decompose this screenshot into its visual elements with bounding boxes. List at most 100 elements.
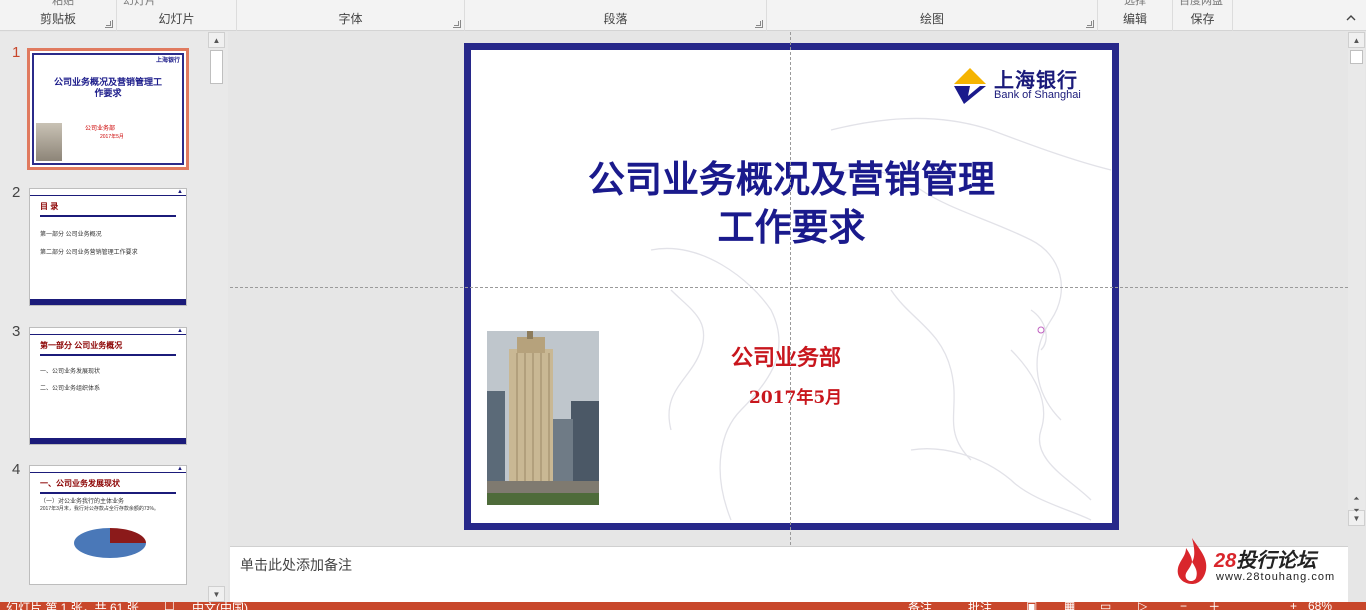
thumbnail-rule	[40, 492, 176, 494]
scrollbar-thumb[interactable]	[210, 50, 223, 84]
building-photo[interactable]	[487, 331, 599, 505]
new-slide-button-cut[interactable]: 幻灯片	[123, 0, 156, 8]
ribbon: 粘贴 剪贴板 幻灯片 幻灯片 字体 段落 绘图 选择 编辑 百度网盘 保存	[0, 0, 1366, 31]
scrollbar-thumb[interactable]	[1350, 50, 1363, 64]
thumbnail-item: 二、公司业务组织体系	[40, 386, 101, 392]
spellcheck-icon[interactable]: ☐	[164, 602, 175, 610]
zoom-in-icon[interactable]: +	[1290, 602, 1297, 610]
notes-placeholder[interactable]: 单击此处添加备注	[240, 555, 352, 575]
slide-thumbnail-2[interactable]: ▲ 目 录 第一部分 公司业务概况 第二部分 公司业务营销管理工作要求	[29, 188, 187, 306]
watermark-url: www.28touhang.com	[1216, 571, 1336, 583]
paragraph-group: 段落	[465, 0, 767, 31]
thumbnail-photo	[36, 123, 62, 161]
thumbnail-item: 一、公司业务发展现状	[40, 369, 101, 375]
slide-thumbnail-1[interactable]: 上海银行 公司业务概况及营销管理工作要求 公司业务部 2017年5月	[27, 48, 189, 170]
thumbnail-mini-logo: ▲	[177, 466, 183, 472]
thumbnail-footer-bar	[30, 299, 186, 305]
thumbnail-title: 公司业务概况及营销管理工作要求	[54, 77, 163, 98]
scroll-up-arrow-icon[interactable]: ▲	[208, 32, 225, 48]
save-group: 百度网盘 保存	[1173, 0, 1233, 31]
slide-scrollbar[interactable]: ▲ ▼	[1348, 32, 1365, 526]
paste-button-cut[interactable]: 粘贴	[52, 0, 74, 8]
previous-slide-icon[interactable]: ⏶	[1348, 493, 1365, 505]
slide-count: 幻灯片 第 1 张，共 61 张	[6, 602, 139, 610]
logo-english-name: Bank of Shanghai	[994, 89, 1081, 101]
scroll-down-arrow-icon[interactable]: ▼	[208, 586, 225, 602]
slide-thumbnail-pane: 1 上海银行 公司业务概况及营销管理工作要求 公司业务部 2017年5月 2 ▲…	[0, 32, 228, 602]
thumbnail-heading: 一、公司业务发展现状	[40, 479, 120, 488]
editing-group-label: 编辑	[1122, 12, 1147, 26]
thumbnail-dept: 公司业务部	[85, 126, 116, 132]
notes-toggle[interactable]: 备注	[908, 602, 932, 610]
thumbnail-date: 2017年5月	[100, 134, 124, 140]
drawing-group-label: 绘图	[919, 12, 944, 26]
slide-title-line-2: 工作要求	[717, 206, 866, 249]
thumbnail-header-bar: ▲	[30, 328, 186, 335]
thumbnail-rule	[40, 354, 176, 356]
paragraph-dialog-launcher-icon[interactable]	[755, 20, 763, 28]
thumbnail-footer-bar	[30, 438, 186, 444]
thumbnail-item: 2017年3月末，我行对公存款占全行存款余额的73%。	[40, 506, 159, 512]
thumbnail-item: （一）对公业务我行的主体业务	[40, 499, 125, 505]
thumbnail-number: 2	[12, 184, 21, 201]
slide-date[interactable]: 2017年5月	[749, 383, 842, 408]
thumbnail-heading: 目 录	[40, 202, 59, 211]
slideshow-icon[interactable]: ▷	[1138, 602, 1147, 610]
thumbnail-number: 3	[12, 323, 21, 340]
thumbnail-item: 第一部分 公司业务概况	[40, 232, 102, 238]
thumbnail-logo: 上海银行	[155, 58, 180, 64]
reading-view-icon[interactable]: ▭	[1100, 602, 1111, 610]
next-slide-icon[interactable]: ⏷	[1348, 505, 1365, 517]
thumbnail-number: 1	[12, 44, 21, 61]
normal-view-icon[interactable]: ▣	[1026, 602, 1037, 610]
slide-title[interactable]: 公司业务概况及营销管理 工作要求	[471, 156, 1112, 252]
drawing-group: 绘图	[767, 0, 1098, 31]
slide-thumbnail-3[interactable]: ▲ 第一部分 公司业务概况 一、公司业务发展现状 二、公司业务组织体系	[29, 327, 187, 445]
select-button-cut[interactable]: 选择	[1124, 0, 1146, 8]
bank-logo: 上海银行 Bank of Shanghai	[950, 62, 1090, 106]
editing-group: 选择 编辑	[1098, 0, 1173, 31]
drawing-dialog-launcher-icon[interactable]	[1086, 20, 1094, 28]
status-bar: 幻灯片 第 1 张，共 61 张 ☐ 中文(中国) 备注 批注 ▣ ▦ ▭ ▷ …	[0, 602, 1366, 610]
paragraph-group-label: 段落	[603, 12, 628, 26]
font-group-label: 字体	[338, 12, 363, 26]
watermark-title: 28投行论坛	[1214, 544, 1316, 573]
watermark-name: 投行论坛	[1236, 550, 1317, 572]
slide-department[interactable]: 公司业务部	[731, 340, 841, 372]
thumbnail-rule	[40, 215, 176, 217]
clipboard-group: 粘贴 剪贴板	[0, 0, 117, 31]
collapse-ribbon-icon[interactable]	[1346, 14, 1356, 24]
thumbnail-mini-logo: ▲	[177, 328, 183, 334]
thumbnail-header-bar: ▲	[30, 189, 186, 196]
comments-toggle[interactable]: 批注	[968, 602, 992, 610]
slides-group-label: 幻灯片	[158, 12, 195, 26]
watermark-number: 28	[1214, 550, 1237, 572]
bank-of-shanghai-logo-icon	[954, 68, 986, 104]
thumbnail-mini-logo: ▲	[177, 189, 183, 195]
thumbnail-item: 第二部分 公司业务营销管理工作要求	[40, 250, 138, 256]
slide-sorter-view-icon[interactable]: ▦	[1064, 602, 1075, 610]
font-dialog-launcher-icon[interactable]	[453, 20, 461, 28]
zoom-out-icon[interactable]: −	[1180, 602, 1187, 610]
zoom-level[interactable]: 68%	[1308, 602, 1332, 610]
thumbnail-number: 4	[12, 461, 21, 478]
clipboard-group-label: 剪贴板	[39, 12, 76, 26]
site-watermark: 28投行论坛 www.28touhang.com	[1172, 536, 1362, 588]
slide-thumbnail-4[interactable]: ▲ 一、公司业务发展现状 （一）对公业务我行的主体业务 2017年3月末，我行对…	[29, 465, 187, 585]
slides-group: 幻灯片 幻灯片	[117, 0, 237, 31]
horizontal-guide[interactable]	[230, 287, 1348, 288]
language-indicator[interactable]: 中文(中国)	[192, 602, 248, 610]
slide-edit-area: 上海银行 Bank of Shanghai 公司业务概况及营销管理 工作要求 公…	[230, 32, 1348, 545]
zoom-slider[interactable]: ┼	[1210, 602, 1219, 610]
thumbnail-pie-chart	[74, 528, 146, 564]
slide-title-line-1: 公司业务概况及营销管理	[588, 158, 995, 201]
prev-next-slide-buttons[interactable]: ⏶ ⏷	[1348, 493, 1365, 523]
thumbnail-heading: 第一部分 公司业务概况	[40, 341, 123, 350]
baidu-netdisk-button-cut[interactable]: 百度网盘	[1179, 0, 1223, 8]
scroll-up-arrow-icon[interactable]: ▲	[1348, 32, 1365, 48]
vertical-guide[interactable]	[790, 32, 791, 545]
save-group-label: 保存	[1190, 12, 1215, 26]
thumbnail-header-bar: ▲	[30, 466, 186, 473]
thumbnail-scrollbar[interactable]: ▲ ▼	[208, 32, 225, 602]
clipboard-dialog-launcher-icon[interactable]	[105, 20, 113, 28]
